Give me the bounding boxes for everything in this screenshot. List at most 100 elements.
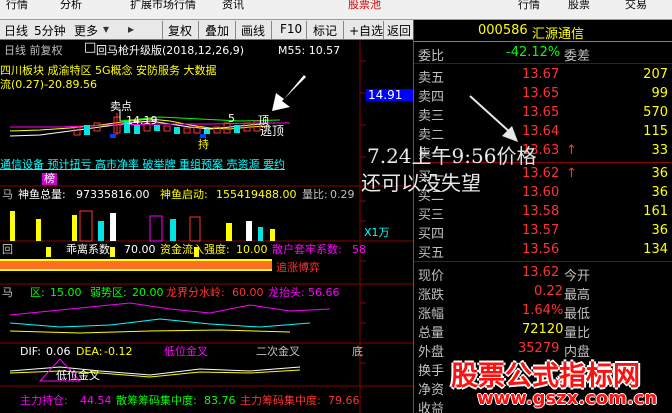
zone-line-magenta <box>9 302 331 316</box>
sell-price: 13.64 <box>522 124 560 139</box>
mark-button[interactable]: 标记 <box>313 22 337 39</box>
buy-price: 13.60 <box>522 185 560 200</box>
escape-top-label: 逃顶 <box>260 124 285 138</box>
sell-level-label: 卖五 <box>418 71 445 86</box>
buy-row: 买五 13.56 134 <box>414 241 672 261</box>
bottom-label: 底 <box>352 345 363 358</box>
stat-row: 总量 72120 量比 <box>414 321 672 341</box>
divergence-label: 乖离系数: <box>66 243 114 256</box>
toolbar-divider <box>235 21 236 39</box>
quote-divider <box>414 63 672 64</box>
news-tags[interactable]: 通信设备 预计扭亏 高市净率 破举牌 重组预案 壳资源 要约 <box>0 159 285 171</box>
main-chip-value: 79.66 <box>328 394 360 407</box>
zone-line-yellow <box>9 329 291 334</box>
volume-ratio-label: 量比: <box>302 188 328 201</box>
ma55-value: M55: 10.57 <box>278 44 341 57</box>
menu-item-stock[interactable]: 股票 <box>568 0 590 12</box>
weak-zone-value: 20.00 <box>132 286 164 299</box>
buy-price: 13.56 <box>522 242 560 257</box>
fish-start-label: 神鱼启动: <box>160 188 208 201</box>
current-price-label: 14.91 <box>366 89 413 101</box>
concept-tags: 四川板块 成渝特区 5G概念 安防服务 大数据 <box>0 64 217 77</box>
buy-level-label: 买四 <box>418 227 445 242</box>
annotation-comment: 还可以没失望 <box>361 171 481 195</box>
main-hold-label: 主力持仓: <box>20 394 68 407</box>
num-label: 5 <box>228 112 235 125</box>
inflow-strength-value: 10.00 <box>236 243 268 256</box>
retail-trap-value: 58 <box>352 243 366 256</box>
committee-diff-label: 委差 <box>564 49 591 64</box>
stat-value: 1.64% <box>522 303 564 318</box>
menu-item-extended-market[interactable]: 扩展市场行情 <box>130 0 196 12</box>
stat-label: 涨跌 <box>418 288 445 303</box>
indicator-name: 回马枪升级版(2018,12,26,9) <box>96 44 245 57</box>
menu-item-analysis[interactable]: 分析 <box>60 0 82 12</box>
dif-value: 0.06 <box>46 345 71 358</box>
menu-item-news[interactable]: 资讯 <box>222 0 244 12</box>
dragon-boundary-value: 60.00 <box>232 286 264 299</box>
stat-label: 现价 <box>418 269 445 284</box>
weak-zone-label: 弱势区: <box>90 286 127 299</box>
stat-value: 13.62 <box>522 265 560 280</box>
hold-label: 持 <box>198 138 209 151</box>
retail-trap-label: 散户套牢系数: <box>272 243 342 256</box>
volume-bars <box>10 210 275 242</box>
toolbar-divider <box>162 21 163 39</box>
stat-row: 涨跌 0.22 最高 <box>414 283 672 303</box>
stat-value: 72120 <box>522 322 564 337</box>
divergence-value: 70.00 <box>124 243 156 256</box>
stat-label: 收益 <box>418 402 445 413</box>
stock-name: 汇源通信 <box>532 27 585 42</box>
stat-label-2: 今开 <box>564 269 591 284</box>
chart-period-title: 日线 前复权 <box>4 44 63 57</box>
strength-prefix: 回 <box>2 243 13 256</box>
dea-label: DEA: <box>76 345 103 358</box>
period-5min-button[interactable]: 5分钟 <box>34 22 66 39</box>
stat-label: 总量 <box>418 326 445 341</box>
sell-volume: 207 <box>643 67 668 82</box>
stat-label-2: 最高 <box>564 288 591 303</box>
menu-item-quotes[interactable]: 行情 <box>6 0 28 12</box>
stat-label: 换手 <box>418 364 445 379</box>
toolbar-divider <box>383 21 384 39</box>
menu-item-trade[interactable]: 交易 <box>625 0 647 12</box>
site-watermark: 股票公式指标网 www.gszx.com.cn <box>447 354 669 411</box>
buy-mark-label: 榜 <box>42 172 57 185</box>
view-toggle-icon[interactable]: ▸ <box>128 22 134 36</box>
menu-item-quote[interactable]: 行情 <box>518 0 540 12</box>
sell-row: 卖二 13.64 115 <box>414 123 672 143</box>
stat-label-2: 最低 <box>564 307 591 322</box>
add-favorite-button[interactable]: +自选 <box>349 22 383 39</box>
dropdown-arrow-icon[interactable]: ▾ <box>103 22 109 36</box>
overlay-button[interactable]: 叠加 <box>205 22 229 39</box>
money-flow-line: 流(0.27)-20.89.56 <box>0 78 98 91</box>
toolbar-divider <box>343 21 344 39</box>
toolbar-divider <box>271 21 272 39</box>
period-day-button[interactable]: 日线 <box>4 22 28 39</box>
volume-unit-label: X1万 <box>364 226 390 239</box>
buy-level-label: 买五 <box>418 246 445 261</box>
up-arrow-icon: ↑ <box>566 143 577 158</box>
committee-ratio-row: 委比 -42.12% 委差 <box>414 44 672 64</box>
stat-row: 涨幅 1.64% 最低 <box>414 302 672 322</box>
retail-chip-value: 83.76 <box>204 394 236 407</box>
back-button[interactable]: 返回 <box>387 22 411 39</box>
dif-label: DIF: <box>20 345 41 358</box>
adjust-button[interactable]: 复权 <box>168 22 192 39</box>
kline-chart-area[interactable]: 日线 前复权 □ 回马枪升级版(2018,12,26,9) M55: 10.57… <box>0 41 413 413</box>
committee-ratio-value: -42.12% <box>506 45 561 60</box>
sell-volume: 115 <box>643 124 668 139</box>
draw-line-button[interactable]: 画线 <box>241 22 265 39</box>
menu-item-stock-pool[interactable]: 股票池 <box>348 0 381 12</box>
sell-level-label: 卖三 <box>418 109 445 124</box>
more-button[interactable]: 更多 <box>74 22 98 39</box>
low-cross-label: 低位金叉 <box>164 345 208 358</box>
sell-row: 卖四 13.65 99 <box>414 85 672 105</box>
buy-volume: 36 <box>651 223 668 238</box>
chase-game-label: 追涨博弈 <box>276 261 320 274</box>
stat-label: 净资 <box>418 383 445 398</box>
toolbar-divider <box>306 21 307 39</box>
stat-label: 涨幅 <box>418 307 445 322</box>
f10-button[interactable]: F10 <box>280 22 302 36</box>
zone-prefix: 马 <box>2 286 13 299</box>
